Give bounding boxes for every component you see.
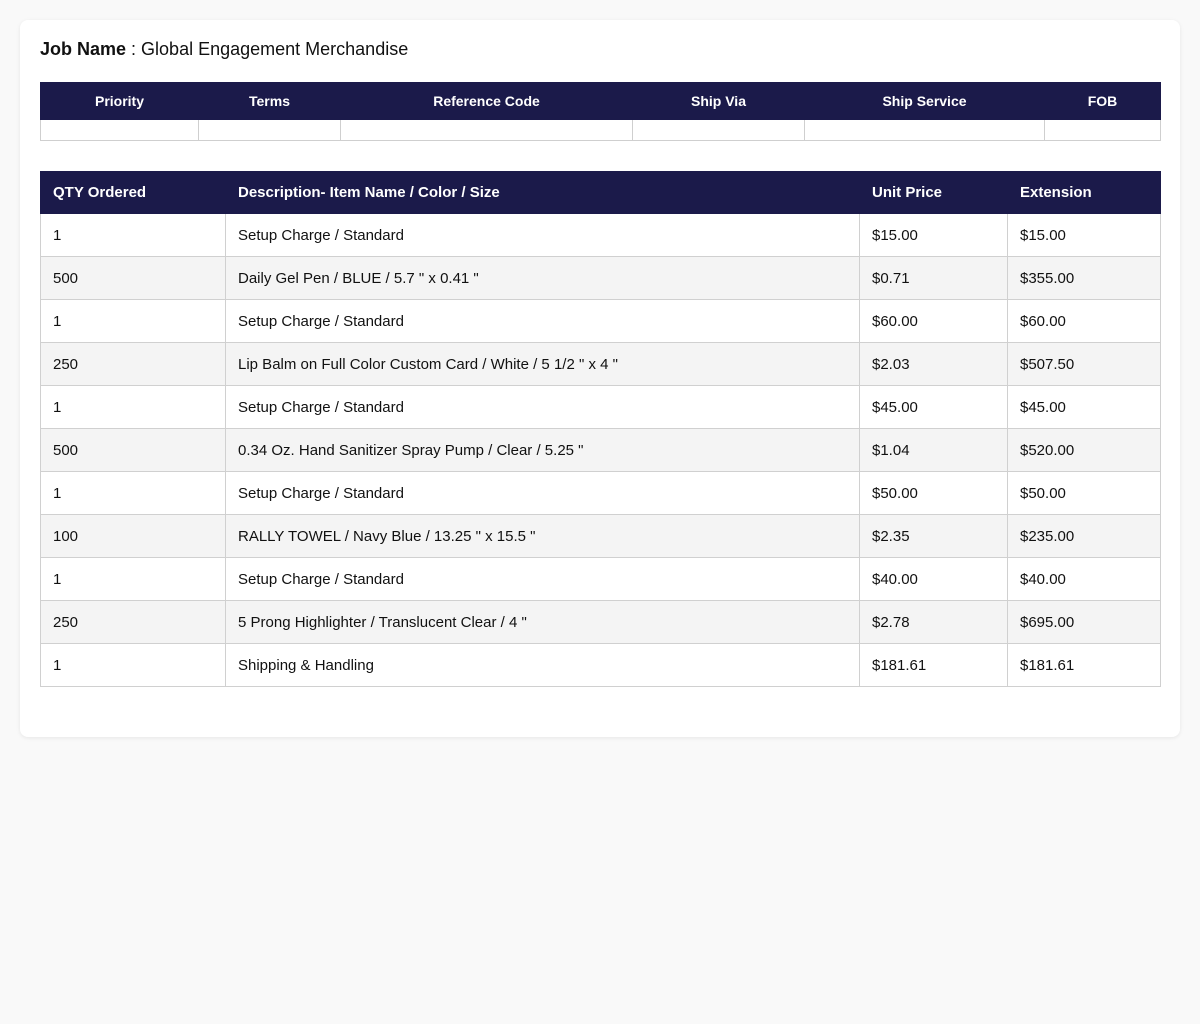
qty-cell: 1: [40, 299, 226, 343]
unit-price-cell: $2.35: [859, 514, 1008, 558]
qty-cell: 1: [40, 557, 226, 601]
shipping-header-terms: Terms: [198, 82, 341, 120]
qty-cell: 500: [40, 256, 226, 300]
extension-cell: $507.50: [1007, 342, 1161, 386]
qty-cell: 1: [40, 471, 226, 515]
shipping-header-ship-via: Ship Via: [632, 82, 805, 120]
extension-cell: $45.00: [1007, 385, 1161, 429]
unit-price-cell: $40.00: [859, 557, 1008, 601]
unit-price-cell: $50.00: [859, 471, 1008, 515]
order-card: Job Name : Global Engagement Merchandise…: [20, 20, 1180, 737]
qty-cell: 1: [40, 643, 226, 687]
qty-cell: 250: [40, 342, 226, 386]
shipping-value-reference-code: [340, 119, 633, 141]
shipping-value-ship-service: [804, 119, 1045, 141]
line-item-row: 1 Setup Charge / Standard $60.00 $60.00: [40, 299, 1161, 343]
job-name-label: Job Name: [40, 39, 127, 59]
shipping-header-fob: FOB: [1044, 82, 1161, 120]
description-cell: Setup Charge / Standard: [225, 299, 860, 343]
job-name-line: Job Name : Global Engagement Merchandise: [40, 38, 408, 60]
line-item-row: 1 Setup Charge / Standard $45.00 $45.00: [40, 385, 1161, 429]
line-item-row: 500 0.34 Oz. Hand Sanitizer Spray Pump / …: [40, 428, 1161, 472]
unit-price-cell: $15.00: [859, 213, 1008, 257]
unit-price-cell: $45.00: [859, 385, 1008, 429]
line-item-row: 500 Daily Gel Pen / BLUE / 5.7 " x 0.41 "…: [40, 256, 1161, 300]
extension-cell: $15.00: [1007, 213, 1161, 257]
shipping-value-fob: [1044, 119, 1161, 141]
line-items-table: QTY Ordered Description- Item Name / Col…: [40, 171, 1161, 687]
line-item-row: 1 Setup Charge / Standard $50.00 $50.00: [40, 471, 1161, 515]
shipping-value-row: [40, 119, 1161, 141]
extension-cell: $235.00: [1007, 514, 1161, 558]
description-cell: RALLY TOWEL / Navy Blue / 13.25 " x 15.5…: [225, 514, 860, 558]
job-name-value: Global Engagement Merchandise: [141, 39, 409, 59]
qty-cell: 1: [40, 385, 226, 429]
unit-price-cell: $1.04: [859, 428, 1008, 472]
unit-price-cell: $0.71: [859, 256, 1008, 300]
extension-cell: $50.00: [1007, 471, 1161, 515]
unit-price-cell: $2.03: [859, 342, 1008, 386]
description-cell: Setup Charge / Standard: [225, 213, 860, 257]
extension-cell: $520.00: [1007, 428, 1161, 472]
shipping-value-priority: [40, 119, 199, 141]
description-cell: 5 Prong Highlighter / Translucent Clear …: [225, 600, 860, 644]
line-item-row: 100 RALLY TOWEL / Navy Blue / 13.25 " x 1…: [40, 514, 1161, 558]
header-description: Description- Item Name / Color / Size: [225, 171, 860, 214]
description-cell: 0.34 Oz. Hand Sanitizer Spray Pump / Cle…: [225, 428, 860, 472]
description-cell: Daily Gel Pen / BLUE / 5.7 " x 0.41 ": [225, 256, 860, 300]
line-item-row: 1 Shipping & Handling $181.61 $181.61: [40, 643, 1161, 687]
description-cell: Shipping & Handling: [225, 643, 860, 687]
qty-cell: 250: [40, 600, 226, 644]
shipping-header-row: Priority Terms Reference Code Ship Via S…: [40, 82, 1161, 120]
description-cell: Setup Charge / Standard: [225, 471, 860, 515]
shipping-info-table: Priority Terms Reference Code Ship Via S…: [40, 82, 1161, 141]
extension-cell: $60.00: [1007, 299, 1161, 343]
unit-price-cell: $181.61: [859, 643, 1008, 687]
line-item-row: 250 Lip Balm on Full Color Custom Card / …: [40, 342, 1161, 386]
header-qty-ordered: QTY Ordered: [40, 171, 226, 214]
extension-cell: $181.61: [1007, 643, 1161, 687]
shipping-header-reference-code: Reference Code: [340, 82, 633, 120]
line-item-row: 250 5 Prong Highlighter / Translucent Cle…: [40, 600, 1161, 644]
shipping-header-ship-service: Ship Service: [804, 82, 1045, 120]
header-unit-price: Unit Price: [859, 171, 1008, 214]
extension-cell: $40.00: [1007, 557, 1161, 601]
job-name-separator: :: [126, 39, 142, 59]
line-item-row: 1 Setup Charge / Standard $15.00 $15.00: [40, 213, 1161, 257]
qty-cell: 1: [40, 213, 226, 257]
description-cell: Setup Charge / Standard: [225, 385, 860, 429]
qty-cell: 100: [40, 514, 226, 558]
line-items-header-row: QTY Ordered Description- Item Name / Col…: [40, 171, 1161, 214]
unit-price-cell: $2.78: [859, 600, 1008, 644]
header-extension: Extension: [1007, 171, 1161, 214]
description-cell: Setup Charge / Standard: [225, 557, 860, 601]
extension-cell: $695.00: [1007, 600, 1161, 644]
shipping-value-terms: [198, 119, 341, 141]
line-items-body: 1 Setup Charge / Standard $15.00 $15.00 500 D…: [40, 213, 1161, 687]
unit-price-cell: $60.00: [859, 299, 1008, 343]
qty-cell: 500: [40, 428, 226, 472]
description-cell: Lip Balm on Full Color Custom Card / Whi…: [225, 342, 860, 386]
shipping-value-ship-via: [632, 119, 805, 141]
line-item-row: 1 Setup Charge / Standard $40.00 $40.00: [40, 557, 1161, 601]
extension-cell: $355.00: [1007, 256, 1161, 300]
shipping-header-priority: Priority: [40, 82, 199, 120]
